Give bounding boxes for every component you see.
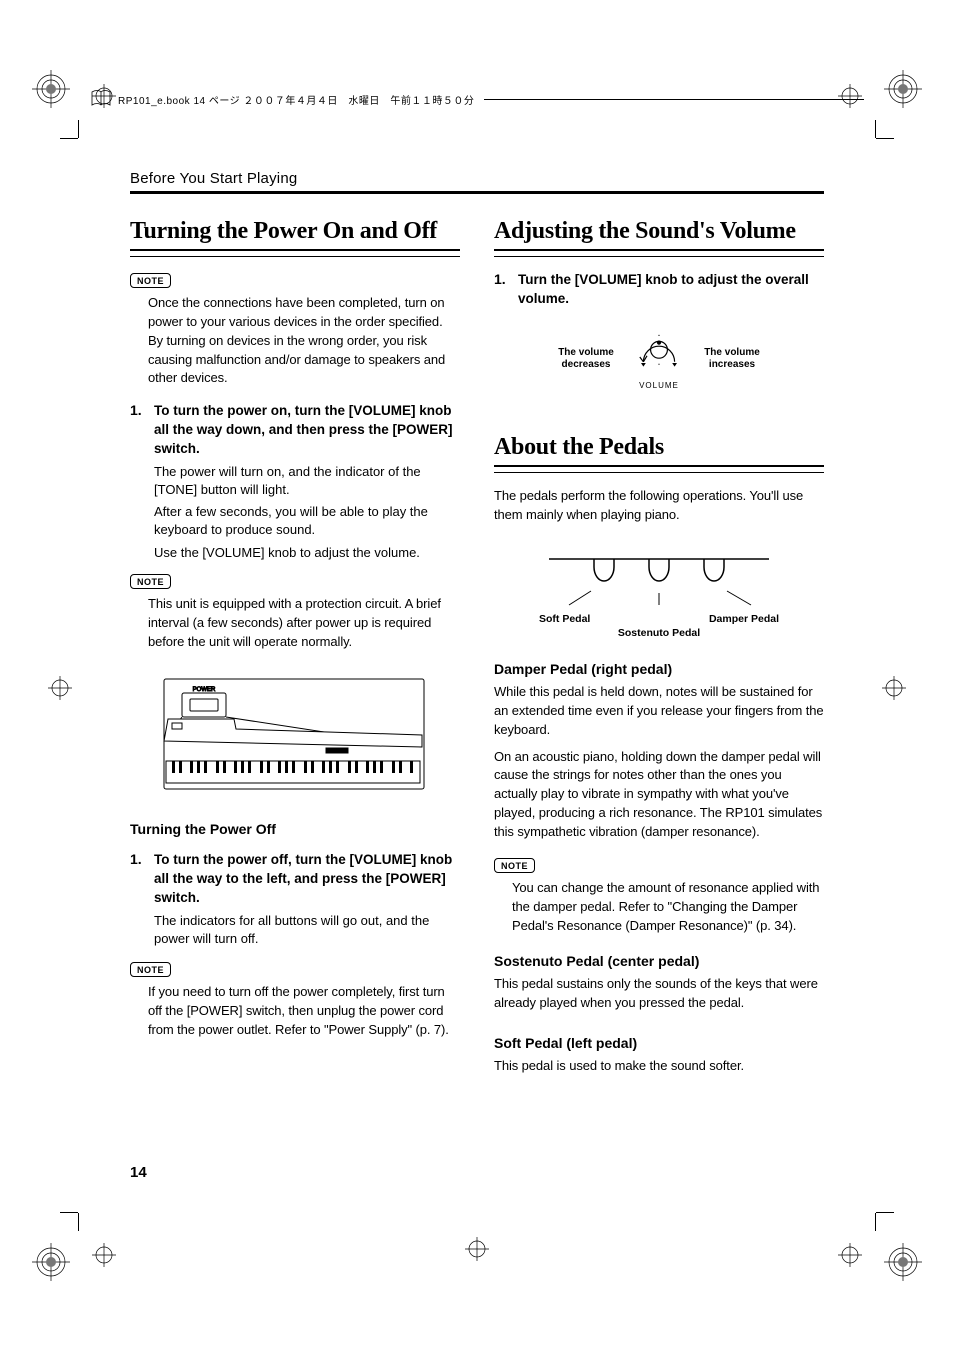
note-body: Once the connections have been completed… — [130, 294, 460, 388]
crop-cross-icon — [465, 1237, 489, 1261]
heading-pedals: About the Pedals — [494, 434, 824, 461]
pedal-figure: Soft Pedal Damper Pedal Sostenuto Pedal — [494, 539, 824, 639]
note-label: NOTE — [130, 574, 171, 589]
crop-cross-icon — [882, 676, 906, 700]
heading-power: Turning the Power On and Off — [130, 218, 460, 245]
sostenuto-pedal-label: Sostenuto Pedal — [618, 627, 700, 639]
soft-text: This pedal is used to make the sound sof… — [494, 1057, 824, 1076]
volume-caption: VOLUME — [635, 381, 683, 391]
step-text: After a few seconds, you will be able to… — [154, 503, 460, 539]
step-text: The power will turn on, and the indicato… — [154, 463, 460, 499]
crop-tick-icon — [60, 120, 78, 138]
soft-heading: Soft Pedal (left pedal) — [494, 1035, 824, 1051]
heading-rule — [494, 249, 824, 257]
note-body: You can change the amount of resonance a… — [494, 879, 824, 936]
step-text: Use the [VOLUME] knob to adjust the volu… — [154, 544, 460, 562]
registration-mark-br — [884, 1243, 922, 1281]
page-number: 14 — [130, 1164, 147, 1181]
registration-mark-tl — [32, 70, 70, 108]
step-bold: Turn the [VOLUME] knob to adjust the ove… — [518, 271, 824, 309]
crop-cross-icon — [838, 1243, 862, 1267]
registration-mark-tr — [884, 70, 922, 108]
right-column: Adjusting the Sound's Volume 1. Turn the… — [494, 218, 824, 1084]
soft-pedal-label: Soft Pedal — [539, 613, 590, 625]
file-header: RP101_e.book 14 ページ ２００７年４月４日 水曜日 午前１１時５… — [90, 90, 864, 108]
damper-text: On an acoustic piano, holding down the d… — [494, 748, 824, 842]
subheading-off: Turning the Power Off — [130, 821, 460, 837]
file-header-text: RP101_e.book 14 ページ ２００７年４月４日 水曜日 午前１１時５… — [118, 92, 474, 107]
heading-volume: Adjusting the Sound's Volume — [494, 218, 824, 245]
fig-label: POWER — [193, 687, 216, 693]
volume-increase-label: The volume increases — [693, 347, 771, 371]
note-label: NOTE — [130, 273, 171, 288]
running-head-rule — [130, 191, 824, 194]
volume-decrease-label: The volume decreases — [547, 347, 625, 371]
crop-tick-icon — [876, 120, 894, 138]
volume-knob-icon — [635, 327, 683, 375]
crop-tick-icon — [876, 1213, 894, 1231]
sostenuto-heading: Sostenuto Pedal (center pedal) — [494, 953, 824, 969]
note-body: This unit is equipped with a protection … — [130, 595, 460, 652]
file-header-rule — [484, 99, 864, 100]
crop-cross-icon — [92, 1243, 116, 1267]
note-body: If you need to turn off the power comple… — [130, 983, 460, 1040]
heading-rule — [130, 249, 460, 257]
damper-pedal-label: Damper Pedal — [709, 613, 779, 625]
heading-rule — [494, 465, 824, 473]
book-icon — [90, 90, 112, 108]
note-label: NOTE — [130, 962, 171, 977]
step-number: 1. — [130, 851, 146, 948]
damper-heading: Damper Pedal (right pedal) — [494, 661, 824, 677]
power-figure: POWER — [154, 669, 460, 799]
crop-tick-icon — [60, 1213, 78, 1231]
step-text: The indicators for all buttons will go o… — [154, 912, 460, 948]
step-bold: To turn the power off, turn the [VOLUME]… — [154, 851, 460, 908]
crop-cross-icon — [48, 676, 72, 700]
left-column: Turning the Power On and Off NOTE Once t… — [130, 218, 460, 1084]
damper-text: While this pedal is held down, notes wil… — [494, 683, 824, 740]
pedal-intro: The pedals perform the following operati… — [494, 487, 824, 525]
note-label: NOTE — [494, 858, 535, 873]
volume-figure: The volume decreases — [494, 327, 824, 391]
step-bold: To turn the power on, turn the [VOLUME] … — [154, 402, 460, 459]
sostenuto-text: This pedal sustains only the sounds of t… — [494, 975, 824, 1013]
registration-mark-bl — [32, 1243, 70, 1281]
step-number: 1. — [130, 402, 146, 562]
step-number: 1. — [494, 271, 510, 309]
running-head: Before You Start Playing — [130, 170, 824, 187]
